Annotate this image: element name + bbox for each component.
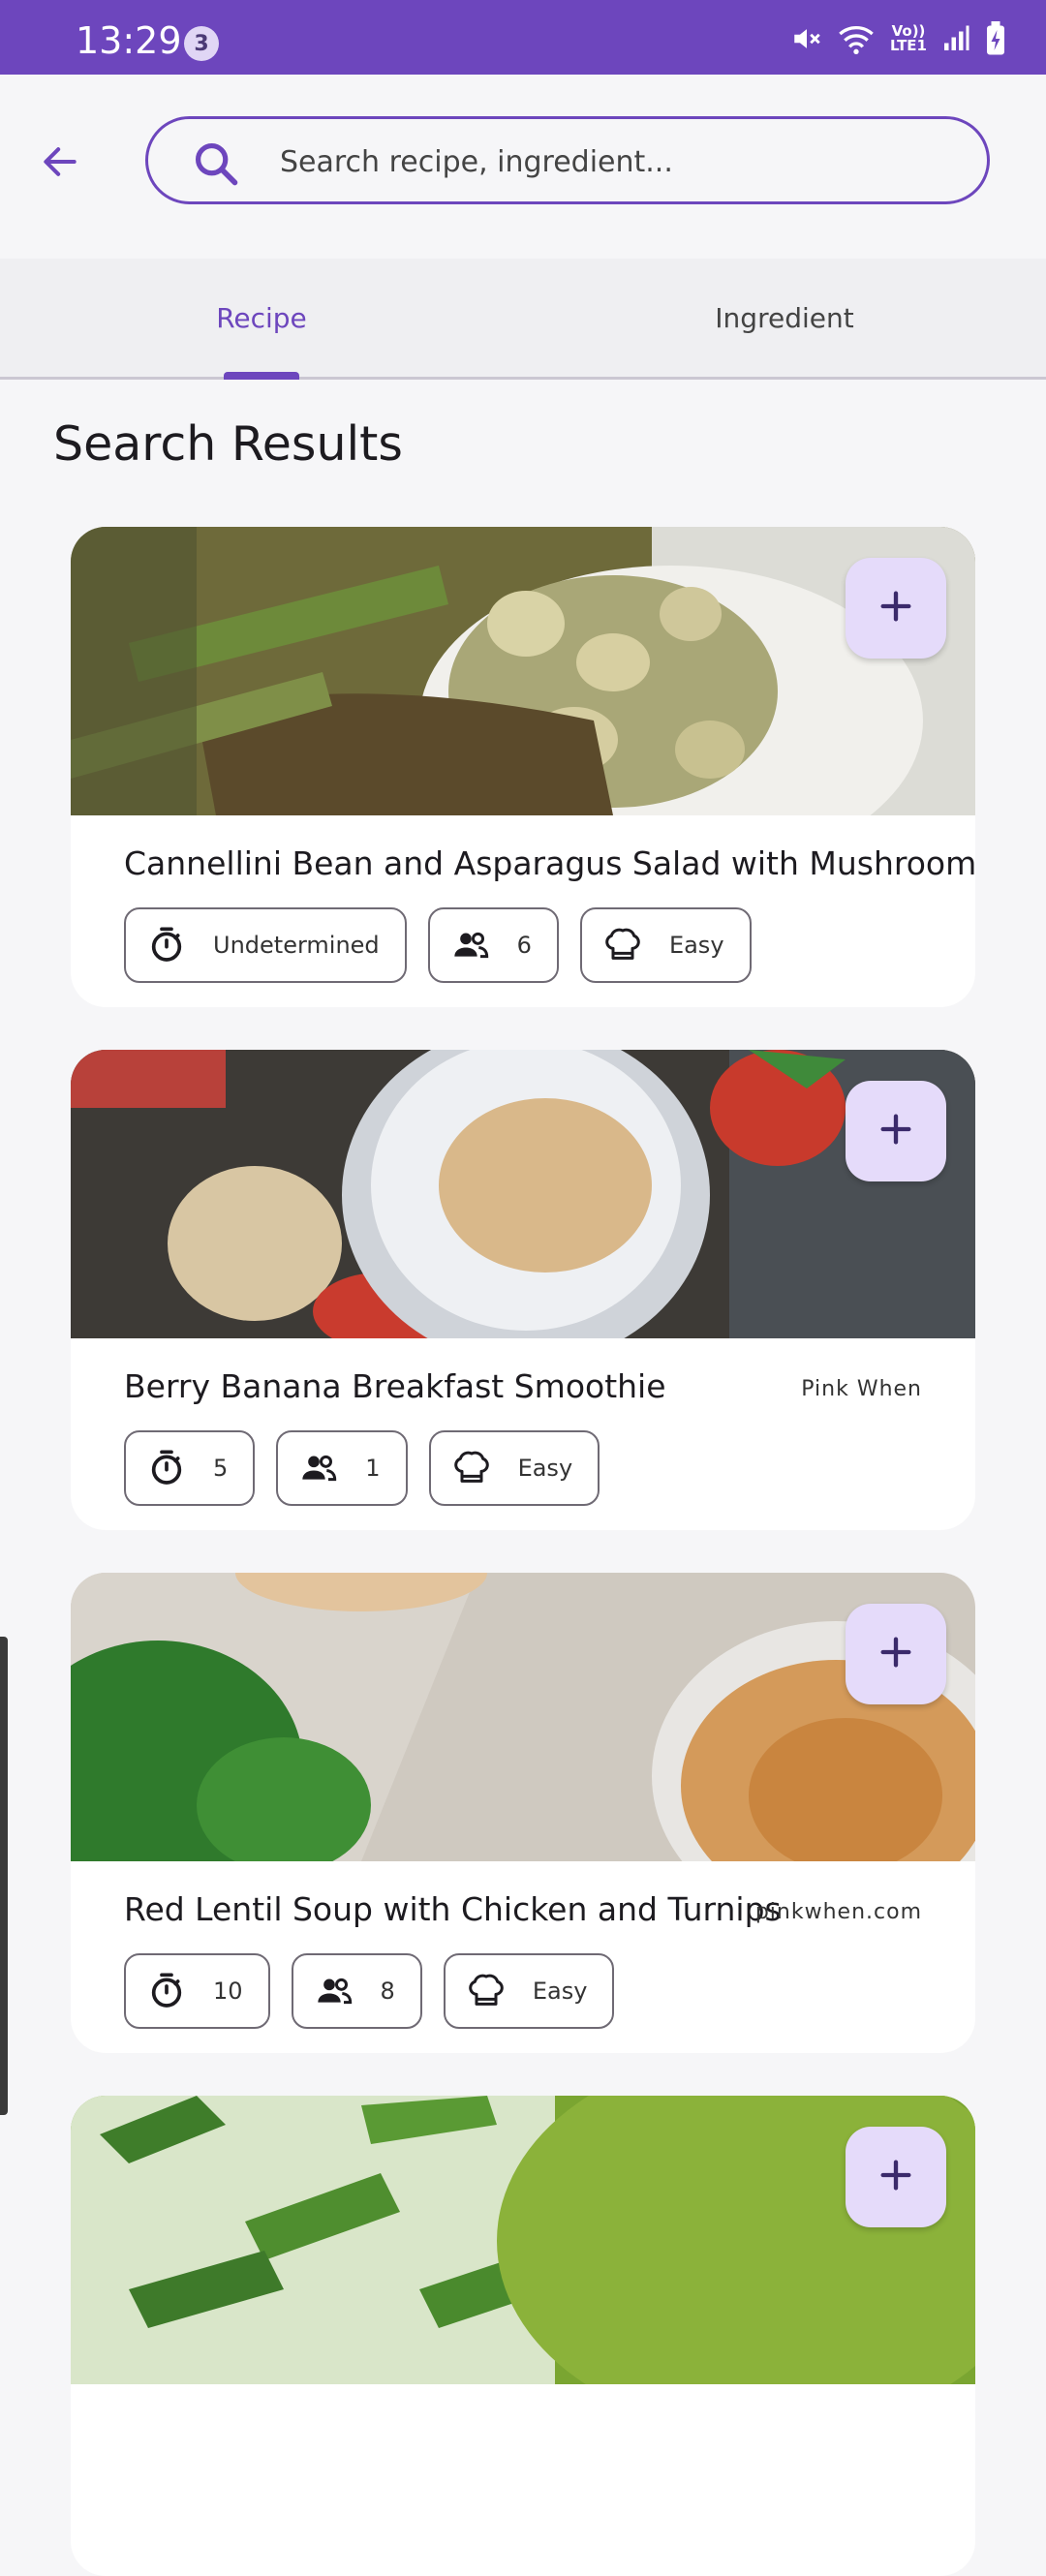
- recipe-info-chips: Undetermined 6 Easy: [124, 907, 752, 983]
- timer-icon: [147, 1449, 186, 1487]
- plus-icon: [877, 1110, 915, 1152]
- tab-ingredient[interactable]: Ingredient: [523, 259, 1046, 377]
- time-chip: 10: [124, 1953, 270, 2029]
- servings-value: 6: [516, 932, 532, 959]
- recipe-title: Cannellini Bean and Asparagus Salad with…: [124, 844, 975, 882]
- wifi-icon: [837, 22, 876, 55]
- servings-chip: 8: [291, 1953, 422, 2029]
- recipe-image: [71, 527, 975, 815]
- recipe-card[interactable]: [71, 2096, 975, 2576]
- difficulty-chip: Easy: [428, 1430, 600, 1506]
- tab-bar: Recipe Ingredient: [0, 259, 1046, 380]
- people-icon: [299, 1449, 338, 1487]
- timer-icon: [147, 1972, 186, 2010]
- recipe-info-chips: 10 8 Easy: [124, 1953, 615, 2029]
- servings-value: 8: [380, 1978, 395, 2005]
- recipe-source: pinkwhen.com: [754, 1900, 922, 1924]
- recipe-image: [71, 1050, 975, 1338]
- timer-icon: [147, 926, 186, 965]
- network-type-label: Vo)) LTE1: [890, 22, 927, 54]
- chef-hat-icon: [467, 1972, 506, 2010]
- plus-icon: [877, 2156, 915, 2198]
- servings-chip: 1: [276, 1430, 408, 1506]
- arrow-left-icon: [39, 140, 81, 187]
- time-chip: 5: [124, 1430, 256, 1506]
- status-bar: 13:29 3 Vo)) LTE1: [0, 0, 1046, 75]
- recipe-image: [71, 1573, 975, 1861]
- mute-icon: [790, 22, 823, 55]
- difficulty-value: Easy: [532, 1978, 588, 2005]
- chef-hat-icon: [603, 926, 642, 965]
- system-icons: Vo)) LTE1: [790, 19, 1007, 58]
- difficulty-chip: Easy: [579, 907, 752, 983]
- servings-value: 1: [365, 1455, 381, 1482]
- battery-icon: [984, 21, 1007, 56]
- search-input[interactable]: [278, 135, 960, 189]
- recipe-card[interactable]: Red Lentil Soup with Chicken and Turnips…: [71, 1573, 975, 2053]
- time-value: Undetermined: [213, 932, 380, 959]
- plus-icon: [877, 587, 915, 629]
- add-recipe-button[interactable]: [846, 2127, 946, 2227]
- top-app-bar: [0, 75, 1046, 259]
- time-chip: Undetermined: [124, 907, 407, 983]
- tab-recipe-label: Recipe: [216, 301, 307, 334]
- recipe-image: [71, 2096, 975, 2384]
- notification-count-badge: 3: [184, 26, 219, 61]
- recipe-source: Pink When: [801, 1377, 922, 1401]
- tab-active-indicator: [224, 372, 299, 380]
- recipe-info-chips: 5 1 Easy: [124, 1430, 600, 1506]
- search-icon: [191, 138, 241, 193]
- people-icon: [315, 1972, 354, 2010]
- recipe-card[interactable]: Cannellini Bean and Asparagus Salad with…: [71, 527, 975, 1007]
- difficulty-chip: Easy: [443, 1953, 615, 2029]
- servings-chip: 6: [427, 907, 559, 983]
- chef-hat-icon: [452, 1449, 491, 1487]
- tab-ingredient-label: Ingredient: [715, 301, 854, 334]
- edge-panel-handle[interactable]: [0, 1637, 8, 2115]
- search-field[interactable]: [145, 116, 990, 204]
- section-title: Search Results: [53, 416, 403, 472]
- difficulty-value: Easy: [668, 932, 724, 959]
- people-icon: [451, 926, 490, 965]
- signal-icon: [941, 24, 970, 53]
- difficulty-value: Easy: [517, 1455, 573, 1482]
- recipe-card[interactable]: Berry Banana Breakfast Smoothie Pink Whe…: [71, 1050, 975, 1530]
- recipe-title: Berry Banana Breakfast Smoothie: [124, 1367, 666, 1405]
- recipe-title: Red Lentil Soup with Chicken and Turnips: [124, 1890, 782, 1928]
- tab-recipe[interactable]: Recipe: [0, 259, 523, 377]
- plus-icon: [877, 1633, 915, 1675]
- time-value: 5: [213, 1455, 229, 1482]
- add-recipe-button[interactable]: [846, 558, 946, 659]
- time-value: 10: [213, 1978, 243, 2005]
- add-recipe-button[interactable]: [846, 1081, 946, 1181]
- status-time: 13:29: [76, 19, 182, 62]
- add-recipe-button[interactable]: [846, 1604, 946, 1704]
- back-button[interactable]: [29, 133, 91, 195]
